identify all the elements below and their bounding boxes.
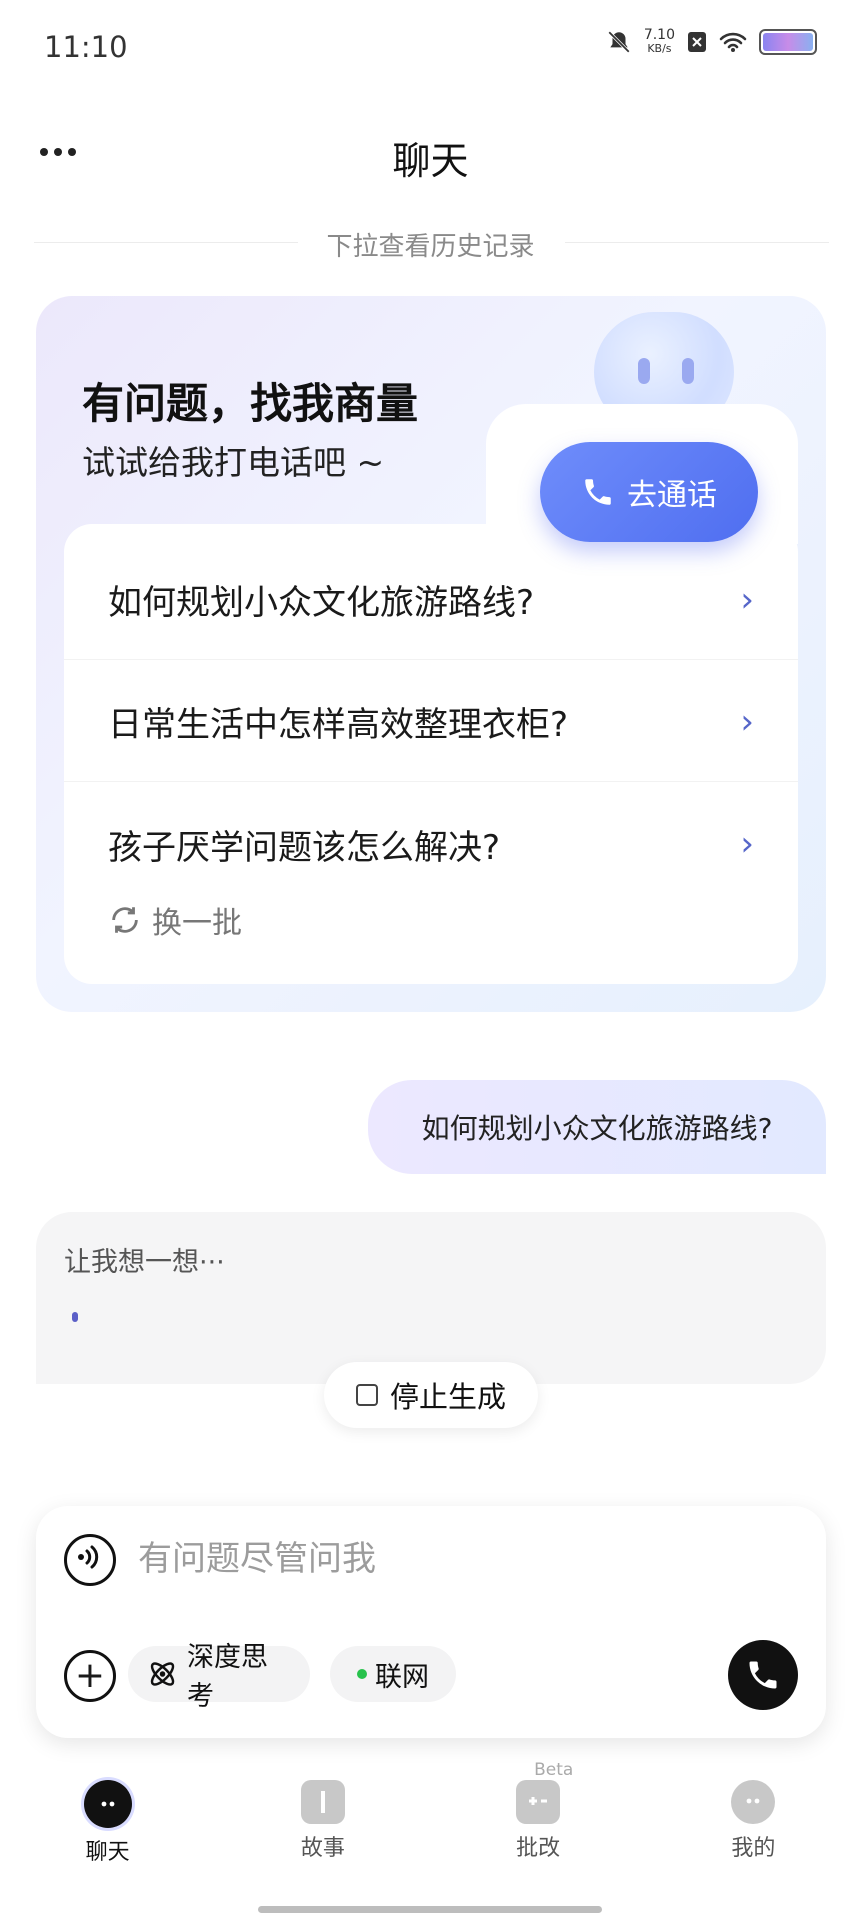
beta-badge: Beta [534,1760,574,1780]
status-icons: 7.10 KB/s [606,28,817,56]
stop-label: 停止生成 [389,1380,506,1414]
deep-think-label: 深度思考 [187,1642,269,1712]
nav-item-profile[interactable]: 我的 [646,1768,861,1898]
deep-think-toggle[interactable]: 深度思考 [128,1642,310,1712]
home-indicator [258,1906,602,1913]
nav-item-story[interactable]: 故事 [215,1768,430,1898]
start-call-button[interactable]: 去通话 [540,442,758,542]
question-text: 孩子厌学问题该怎么解决? [108,827,501,868]
nav-item-chat[interactable]: 聊天 [0,1768,215,1898]
speed-value: 7.10 [643,27,675,43]
status-time: 11:10 [44,30,128,64]
refresh-label: 换一批 [152,906,242,941]
online-status-dot [357,1669,367,1679]
nav-label: 我的 [731,1836,776,1861]
user-message-bubble: 如何规划小众文化旅游路线? [368,1080,826,1174]
phone-icon [585,479,611,505]
nav-label: 聊天 [85,1840,130,1865]
ai-message-bubble [36,1212,826,1384]
voice-call-button[interactable] [728,1640,798,1710]
nav-item-grading[interactable]: Beta 批改 [431,1760,646,1898]
add-attachment-icon[interactable]: + [64,1650,116,1702]
stop-icon [355,1384,378,1406]
profile-icon [731,1780,776,1824]
book-icon [300,1780,345,1824]
nav-label: 批改 [516,1836,561,1861]
chevron-right-icon: › [740,701,754,742]
web-search-toggle[interactable]: 联网 [330,1646,456,1702]
nav-label: 故事 [300,1836,345,1861]
stop-generating-button[interactable]: 停止生成 [324,1362,538,1428]
network-speed: 7.10 KB/s [644,28,675,56]
bottom-nav: 聊天 故事 Beta 批改 我的 [0,1760,861,1898]
chat-bubble-icon [83,1780,132,1828]
robot-eye [682,358,694,384]
suggested-question[interactable]: 日常生活中怎样高效整理衣柜? › [64,662,798,782]
atom-icon [150,1662,175,1686]
page-title: 聊天 [392,139,469,183]
pull-history-hint: 下拉查看历史记录 [326,232,535,262]
refresh-suggestions-button[interactable]: 换一批 [108,898,242,942]
mute-bell-icon [607,31,630,53]
suggested-question[interactable]: 孩子厌学问题该怎么解决? › [64,784,798,904]
wifi-icon [719,32,747,52]
typing-cursor [72,1312,78,1322]
web-label: 联网 [375,1661,429,1693]
chevron-right-icon: › [740,579,754,620]
chevron-right-icon: › [740,824,754,864]
call-button-label: 去通话 [627,478,717,513]
speed-unit: KB/s [647,42,672,55]
suggested-question[interactable]: 如何规划小众文化旅游路线? › [64,540,798,660]
card-headline: 有问题，找我商量 [82,379,419,428]
battery-icon [759,29,817,55]
ai-thinking-text: 让我想一想··· [64,1247,225,1278]
voice-input-icon[interactable] [64,1534,116,1586]
card-subline: 试试给我打电话吧 ~ [82,443,385,482]
refresh-icon [112,907,138,933]
chat-input[interactable] [136,1538,780,1580]
question-text: 日常生活中怎样高效整理衣柜? [108,705,569,745]
question-text: 如何规划小众文化旅游路线? [108,583,535,623]
robot-eye [638,358,650,384]
no-sim-icon [688,32,706,52]
grading-icon [516,1780,561,1824]
phone-icon [749,1661,777,1689]
